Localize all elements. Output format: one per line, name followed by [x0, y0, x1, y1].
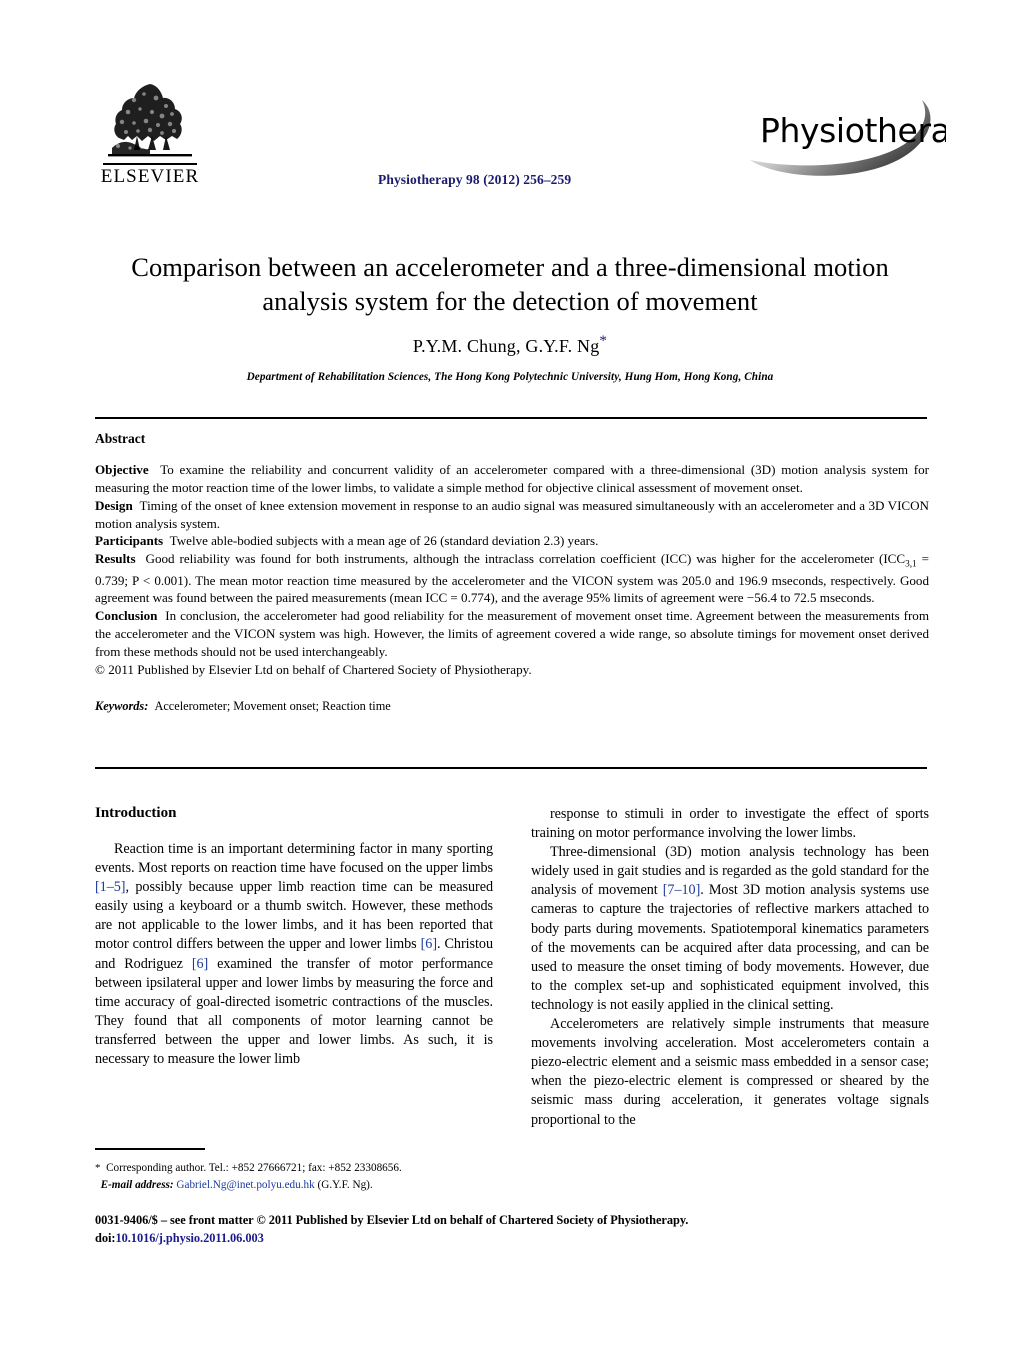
abstract-copyright: © 2011 Published by Elsevier Ltd on beha…: [95, 661, 532, 677]
physiotherapy-journal-logo: Physiotherapy: [750, 100, 946, 176]
doi-link[interactable]: 10.1016/j.physio.2011.06.003: [115, 1231, 263, 1245]
citation-link-6b[interactable]: [6]: [192, 956, 208, 972]
corresponding-author-marker: *: [599, 332, 608, 349]
body-columns: Introduction Reaction time is an importa…: [95, 805, 929, 1205]
abstract-design-text: Timing of the onset of knee extension mo…: [95, 497, 929, 531]
intro-paragraph-1: Reaction time is an important determinin…: [95, 840, 493, 1069]
elsevier-divider: [103, 163, 197, 165]
abstract-participants: Participants Twelve able-bodied subjects…: [95, 532, 929, 550]
page-footer: 0031-9406/$ – see front matter © 2011 Pu…: [95, 1212, 929, 1248]
footnote-divider: [95, 1148, 205, 1150]
citation-link-1-5[interactable]: [1–5]: [95, 879, 126, 895]
abstract-heading: Abstract: [95, 431, 146, 446]
abstract-objective: Objective To examine the reliability and…: [95, 461, 929, 497]
footnote-email-line: E-mail address: Gabriel.Ng@inet.polyu.ed…: [95, 1177, 495, 1193]
journal-reference: Physiotherapy 98 (2012) 256–259: [378, 172, 572, 187]
footnote-contact-text: Corresponding author. Tel.: +852 2766672…: [106, 1161, 402, 1174]
footnote-contact-line: * Corresponding author. Tel.: +852 27666…: [95, 1160, 495, 1177]
author-names: P.Y.M. Chung, G.Y.F. Ng: [412, 335, 600, 356]
intro-p1-seg-d: examined the transfer of motor performan…: [95, 955, 494, 1068]
footnote-marker: *: [95, 1161, 101, 1174]
column-right: response to stimuli in order to investig…: [531, 805, 929, 1130]
abstract-conclusion-text: In conclusion, the accelerometer had goo…: [95, 608, 929, 660]
abstract-conclusion-label: Conclusion: [95, 608, 158, 624]
abstract-participants-label: Participants: [95, 533, 164, 549]
abstract-bottom-rule: [95, 767, 927, 770]
section-heading-introduction: Introduction: [95, 805, 177, 821]
title-line-2: analysis system for the detection of mov…: [262, 286, 758, 317]
abstract-participants-text: Twelve able-bodied subjects with a mean …: [169, 533, 599, 549]
abstract-design-label: Design: [95, 497, 133, 513]
doi-line: doi:10.1016/j.physio.2011.06.003: [95, 1230, 929, 1248]
keywords-values: Accelerometer; Movement onset; Reaction …: [154, 698, 391, 713]
corresponding-author-footnote: * Corresponding author. Tel.: +852 27666…: [95, 1148, 495, 1193]
intro-paragraph-3: Three-dimensional (3D) motion analysis t…: [531, 843, 929, 1015]
abstract-top-rule: [95, 417, 927, 420]
abstract-results-label: Results: [95, 551, 136, 567]
citation-link-6a[interactable]: [6]: [421, 936, 437, 952]
abstract-objective-label: Objective: [95, 462, 149, 477]
elsevier-wordmark: ELSEVIER: [100, 166, 200, 187]
abstract-section: Abstract Objective To examine the reliab…: [95, 431, 929, 714]
abstract-results-text-1: Good reliability was found for both inst…: [145, 551, 906, 567]
affiliation: Department of Rehabilitation Sciences, T…: [246, 370, 774, 383]
elsevier-logo: ELSEVIER: [95, 78, 205, 187]
email-address-label: E-mail address:: [100, 1178, 174, 1191]
abstract-results: Results Good reliability was found for b…: [95, 550, 929, 607]
email-owner: (G.Y.F. Ng).: [317, 1178, 373, 1191]
keywords-label: Keywords:: [95, 698, 149, 713]
svg-text:Physiotherapy: Physiotherapy: [760, 111, 946, 150]
abstract-design: Design Timing of the onset of knee exten…: [95, 497, 929, 533]
intro-p3-seg-b: . Most 3D motion analysis systems use ca…: [531, 882, 929, 1013]
intro-paragraph-4: Accelerometers are relatively simple ins…: [531, 1016, 929, 1128]
front-matter-line: 0031-9406/$ – see front matter © 2011 Pu…: [95, 1213, 689, 1227]
page-title: Comparison between an accelerometer and …: [95, 250, 925, 319]
abstract-conclusion: Conclusion In conclusion, the accelerome…: [95, 607, 929, 661]
doi-label: doi:: [95, 1230, 116, 1245]
icc-subscript: 3,1: [905, 559, 917, 570]
keywords-line: Keywords: Accelerometer; Movement onset;…: [95, 699, 929, 714]
title-block: Comparison between an accelerometer and …: [95, 250, 925, 383]
title-line-1: Comparison between an accelerometer and …: [131, 252, 889, 282]
intro-paragraph-2: response to stimuli in order to investig…: [531, 806, 929, 842]
author-list: P.Y.M. Chung, G.Y.F. Ng*: [95, 333, 925, 357]
elsevier-tree-icon: [108, 84, 192, 157]
citation-link-7-10[interactable]: [7–10]: [663, 882, 701, 898]
email-link[interactable]: Gabriel.Ng@inet.polyu.edu.hk: [176, 1179, 314, 1191]
abstract-objective-text: To examine the reliability and concurren…: [95, 462, 929, 495]
paper-page: ELSEVIER Physiotherapy 98 (2012) 256–259…: [0, 0, 1020, 1352]
intro-p1-seg-a: Reaction time is an important determinin…: [95, 841, 493, 877]
column-left: Introduction Reaction time is an importa…: [95, 805, 493, 1069]
page-header: ELSEVIER Physiotherapy 98 (2012) 256–259…: [0, 0, 1020, 215]
